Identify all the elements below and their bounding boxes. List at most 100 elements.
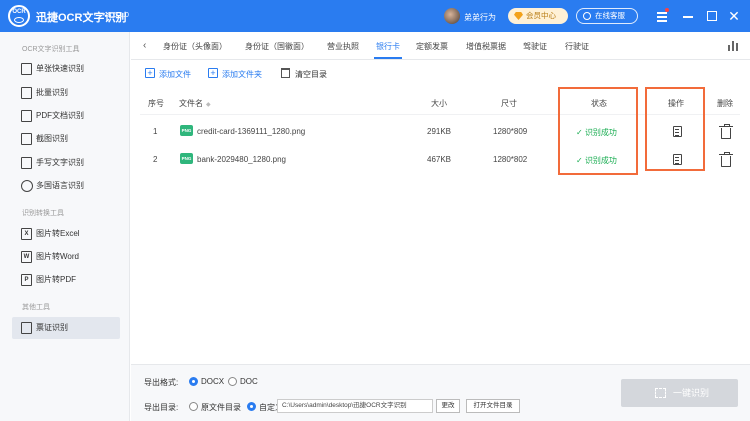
sidebar-item-label: 票证识别 [36, 323, 68, 332]
title-bar: OCR 迅捷OCR文字识别 v8.6.1.0 弟弟行为 会员中心 在线客服 ✕ [0, 0, 750, 32]
sidebar-item-label: 图片转Word [36, 252, 79, 261]
export-format-label: 导出格式: [144, 378, 179, 387]
tab-id-back[interactable]: 身份证（国徽面） [245, 41, 309, 52]
png-file-icon: PNG [180, 153, 193, 164]
tab-business-license[interactable]: 营业执照 [327, 41, 359, 52]
add-icon: + [145, 68, 155, 78]
action-highlight-box [645, 87, 705, 171]
sort-icon[interactable]: ◆ [206, 102, 211, 108]
file-dimensions: 1280*809 [493, 127, 528, 136]
online-service-label: 在线客服 [595, 11, 625, 20]
add-folder-button[interactable]: + 添加文件夹 [208, 68, 262, 80]
tab-id-front[interactable]: 身份证（头像面） [163, 41, 227, 52]
open-folder-button[interactable]: 打开文件目录 [466, 399, 520, 413]
sidebar-item-label: PDF文档识别 [36, 111, 84, 120]
one-click-ocr-button[interactable]: 一键识别 [621, 379, 738, 407]
column-header-index: 序号 [148, 99, 164, 108]
active-tab-indicator [374, 57, 402, 59]
tab-bar: ‹ 身份证（头像面） 身份证（国徽面） 营业执照 银行卡 定额发票 增值税票据 … [131, 32, 750, 60]
file-size: 291KB [427, 127, 452, 136]
format-docx-radio[interactable] [189, 377, 198, 386]
column-header-size: 大小 [431, 99, 447, 108]
word-icon: W [21, 251, 32, 263]
screenshot-icon [21, 133, 32, 145]
file-name: credit-card-1369111_1280.png [197, 127, 306, 136]
sidebar: OCR文字识别工具 单张快速识别 批量识别 PDF文档识别 截图识别 手写文字识… [0, 32, 130, 421]
online-service-button[interactable]: 在线客服 [576, 8, 638, 24]
sidebar-item-label: 单张快速识别 [36, 64, 84, 73]
format-doc-radio[interactable] [228, 377, 237, 386]
sidebar-item-screenshot[interactable]: 截图识别 [12, 128, 120, 150]
format-docx-label[interactable]: DOCX [201, 377, 224, 386]
sidebar-item-batch[interactable]: 批量识别 [12, 82, 120, 104]
one-click-ocr-label: 一键识别 [673, 388, 710, 398]
avatar[interactable] [444, 8, 460, 24]
sidebar-item-language[interactable]: 多国语言识别 [12, 175, 120, 197]
add-folder-icon: + [208, 68, 218, 78]
sidebar-item-label: 批量识别 [36, 88, 68, 97]
dir-original-radio[interactable] [189, 402, 198, 411]
dir-original-label[interactable]: 原文件目录 [201, 402, 241, 413]
sidebar-group-ocr: OCR文字识别工具 [22, 46, 80, 53]
excel-icon: X [21, 228, 32, 240]
sidebar-item-pdf[interactable]: PDF文档识别 [12, 105, 120, 127]
sidebar-item-label: 截图识别 [36, 134, 68, 143]
column-header-name[interactable]: 文件名 ◆ [179, 98, 211, 109]
delete-icon[interactable] [719, 152, 733, 167]
sidebar-item-excel[interactable]: X 图片转Excel [12, 223, 120, 245]
row-index: 2 [153, 155, 158, 164]
add-file-label: 添加文件 [159, 70, 191, 79]
clear-list-button[interactable]: 清空目录 [281, 68, 327, 80]
vip-center-label: 会员中心 [526, 11, 556, 20]
tab-driver-license[interactable]: 驾驶证 [523, 41, 547, 52]
sidebar-item-word[interactable]: W 图片转Word [12, 246, 120, 268]
maximize-icon[interactable] [706, 10, 718, 22]
sidebar-group-other: 其他工具 [22, 304, 50, 311]
file-name: bank-2029480_1280.png [197, 155, 286, 164]
add-file-button[interactable]: + 添加文件 [145, 68, 191, 80]
png-file-icon: PNG [180, 125, 193, 136]
app-version: v8.6.1.0 [104, 12, 129, 19]
tab-fixed-invoice[interactable]: 定额发票 [416, 41, 448, 52]
export-dir-label: 导出目录: [144, 403, 179, 412]
file-dimensions: 1280*802 [493, 155, 528, 164]
pen-icon [21, 157, 32, 169]
pdf-icon [21, 110, 32, 122]
sidebar-item-label: 多国语言识别 [36, 181, 84, 190]
file-size: 467KB [427, 155, 452, 164]
tab-vat-invoice[interactable]: 增值税票据 [466, 41, 506, 52]
minimize-icon[interactable] [682, 10, 694, 22]
column-header-delete: 删除 [717, 99, 733, 108]
sidebar-item-pdf-convert[interactable]: P 图片转PDF [12, 269, 120, 291]
sidebar-item-label: 图片转Excel [36, 229, 80, 238]
change-path-button[interactable]: 更改 [436, 399, 460, 413]
sidebar-item-label: 手写文字识别 [36, 158, 84, 167]
ocr-logo-icon: OCR [8, 5, 30, 27]
sidebar-item-single[interactable]: 单张快速识别 [12, 58, 120, 80]
tab-vehicle-license[interactable]: 行驶证 [565, 41, 589, 52]
status-highlight-box [558, 87, 638, 175]
batch-icon [21, 87, 32, 99]
add-folder-label: 添加文件夹 [222, 70, 262, 79]
sidebar-group-convert: 识别转换工具 [22, 210, 64, 217]
format-doc-label[interactable]: DOC [240, 377, 258, 386]
pdf-file-icon: P [21, 274, 32, 286]
sidebar-item-ticket[interactable]: 票证识别 [12, 317, 120, 339]
tab-bank-card[interactable]: 银行卡 [376, 41, 400, 52]
column-header-name-label: 文件名 [179, 99, 203, 108]
export-path-input[interactable]: C:\Users\admin\desktop\迅捷OCR文字识别 [277, 399, 433, 413]
sidebar-item-handwriting[interactable]: 手写文字识别 [12, 152, 120, 174]
vip-center-button[interactable]: 会员中心 [508, 8, 568, 24]
delete-icon[interactable] [719, 124, 733, 139]
close-icon[interactable]: ✕ [728, 9, 740, 23]
notification-dot [665, 8, 669, 12]
chevron-left-icon[interactable]: ‹ [143, 40, 146, 51]
row-index: 1 [153, 127, 158, 136]
chart-icon[interactable] [728, 41, 738, 51]
username[interactable]: 弟弟行为 [464, 12, 496, 23]
column-header-dimensions: 尺寸 [501, 99, 517, 108]
diamond-icon [514, 12, 523, 20]
dir-custom-radio[interactable] [247, 402, 256, 411]
logo-text: OCR [12, 9, 26, 15]
image-icon [21, 63, 32, 75]
